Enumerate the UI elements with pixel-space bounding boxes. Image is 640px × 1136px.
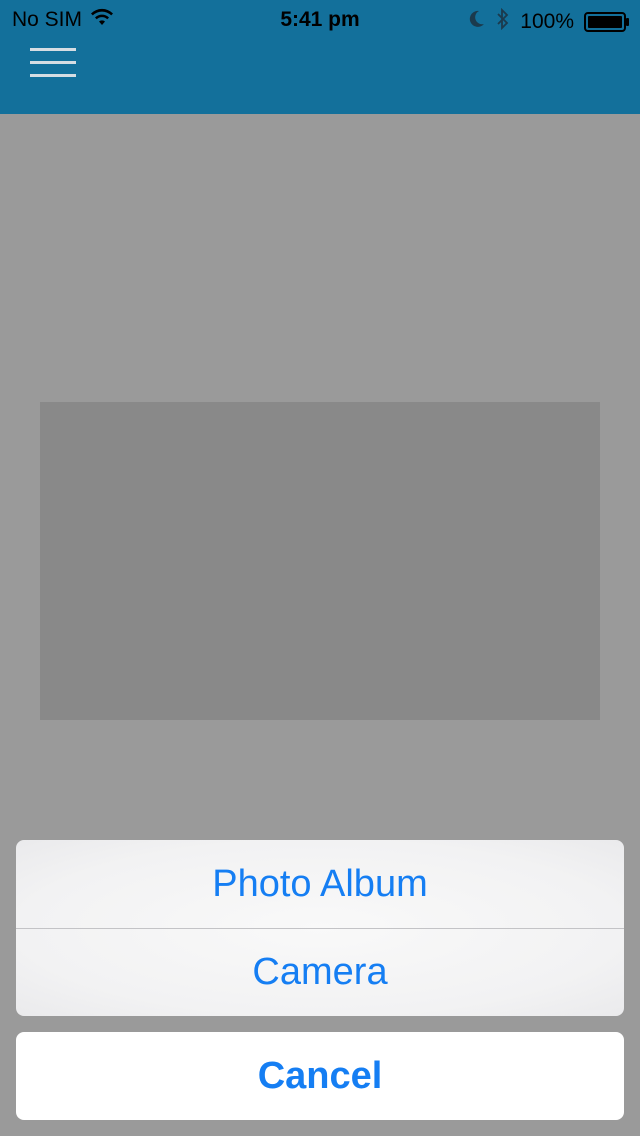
cancel-button[interactable]: Cancel: [16, 1032, 624, 1120]
image-placeholder: [40, 402, 600, 720]
battery-percent: 100%: [520, 10, 574, 33]
moon-icon: [468, 9, 486, 35]
camera-button[interactable]: Camera: [16, 928, 624, 1016]
action-sheet-options: Photo Album Camera: [16, 840, 624, 1016]
app-header: No SIM 5:41 pm 100%: [0, 0, 640, 114]
status-right: 100%: [468, 7, 629, 36]
hamburger-menu-icon[interactable]: [28, 46, 80, 80]
status-bar: No SIM 5:41 pm 100%: [0, 0, 640, 40]
photo-album-button[interactable]: Photo Album: [16, 840, 624, 928]
bluetooth-icon: [496, 7, 510, 36]
battery-icon: [584, 12, 629, 32]
